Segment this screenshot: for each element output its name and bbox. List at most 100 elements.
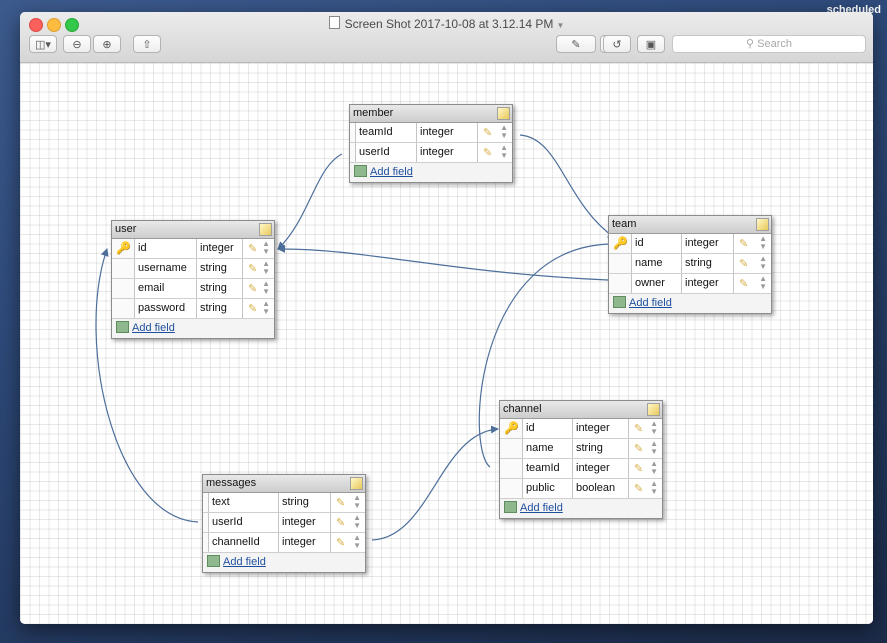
- pencil-icon[interactable]: ✎: [739, 235, 748, 253]
- window-title[interactable]: Screen Shot 2017-10-08 at 3.12.14 PM ▼: [20, 16, 873, 31]
- pencil-icon[interactable]: ✎: [739, 255, 748, 273]
- add-field-link[interactable]: Add field: [370, 166, 413, 178]
- field-row[interactable]: teamId integer ✎ ▲ ▼: [350, 123, 512, 143]
- field-type[interactable]: integer: [682, 234, 734, 253]
- reorder-arrows-icon[interactable]: ▲ ▼: [759, 275, 767, 291]
- reorder-arrows-icon[interactable]: ▲ ▼: [262, 260, 270, 276]
- field-type[interactable]: integer: [417, 143, 478, 162]
- table-member[interactable]: member teamId integer ✎ ▲ ▼ userId integer…: [349, 104, 513, 183]
- table-header[interactable]: user: [112, 221, 274, 239]
- field-row[interactable]: public boolean ✎ ▲ ▼: [500, 479, 662, 499]
- reorder-arrows-icon[interactable]: ▲ ▼: [759, 235, 767, 251]
- field-name[interactable]: name: [632, 254, 682, 273]
- table-header[interactable]: team: [609, 216, 771, 234]
- field-name[interactable]: text: [209, 493, 279, 512]
- field-type[interactable]: integer: [573, 459, 629, 478]
- reorder-arrows-icon[interactable]: ▲ ▼: [353, 494, 361, 510]
- table-channel[interactable]: channel 🔑 id integer ✎ ▲ ▼ name string ✎ ▲ ▼…: [499, 400, 663, 519]
- field-name[interactable]: teamId: [523, 459, 573, 478]
- pencil-icon[interactable]: ✎: [634, 420, 643, 438]
- reorder-arrows-icon[interactable]: ▲ ▼: [500, 124, 508, 140]
- pencil-icon[interactable]: ✎: [634, 460, 643, 478]
- field-name[interactable]: teamId: [356, 123, 417, 142]
- zoom-in-button[interactable]: ⊕: [93, 35, 121, 53]
- field-name[interactable]: username: [135, 259, 197, 278]
- field-name[interactable]: owner: [632, 274, 682, 293]
- reorder-arrows-icon[interactable]: ▲ ▼: [650, 460, 658, 476]
- reorder-arrows-icon[interactable]: ▲ ▼: [353, 534, 361, 550]
- field-row[interactable]: password string ✎ ▲ ▼: [112, 299, 274, 319]
- field-row[interactable]: teamId integer ✎ ▲ ▼: [500, 459, 662, 479]
- field-row[interactable]: channelId integer ✎ ▲ ▼: [203, 533, 365, 553]
- table-header[interactable]: channel: [500, 401, 662, 419]
- field-name[interactable]: channelId: [209, 533, 279, 552]
- field-row[interactable]: text string ✎ ▲ ▼: [203, 493, 365, 513]
- add-field-link[interactable]: Add field: [520, 502, 563, 514]
- pencil-icon[interactable]: ✎: [336, 494, 345, 512]
- field-type[interactable]: string: [197, 299, 243, 318]
- field-row[interactable]: email string ✎ ▲ ▼: [112, 279, 274, 299]
- field-name[interactable]: userId: [209, 513, 279, 532]
- field-type[interactable]: string: [197, 279, 243, 298]
- reorder-arrows-icon[interactable]: ▲ ▼: [262, 240, 270, 256]
- field-type[interactable]: string: [197, 259, 243, 278]
- add-field-link[interactable]: Add field: [223, 556, 266, 568]
- table-user[interactable]: user 🔑 id integer ✎ ▲ ▼ username string ✎ ▲…: [111, 220, 275, 339]
- pencil-icon[interactable]: ✎: [248, 280, 257, 298]
- field-name[interactable]: password: [135, 299, 197, 318]
- field-type[interactable]: string: [279, 493, 331, 512]
- field-name[interactable]: id: [523, 419, 573, 438]
- reorder-arrows-icon[interactable]: ▲ ▼: [650, 440, 658, 456]
- field-name[interactable]: id: [135, 239, 197, 258]
- reorder-arrows-icon[interactable]: ▲ ▼: [650, 480, 658, 496]
- field-row[interactable]: userId integer ✎ ▲ ▼: [350, 143, 512, 163]
- pencil-icon[interactable]: ✎: [336, 534, 345, 552]
- add-field-link[interactable]: Add field: [132, 322, 175, 334]
- field-type[interactable]: integer: [417, 123, 478, 142]
- search-input[interactable]: ⚲ Search: [672, 35, 866, 53]
- field-type[interactable]: integer: [682, 274, 734, 293]
- field-row[interactable]: 🔑 id integer ✎ ▲ ▼: [500, 419, 662, 439]
- reorder-arrows-icon[interactable]: ▲ ▼: [650, 420, 658, 436]
- field-type[interactable]: integer: [279, 513, 331, 532]
- field-type[interactable]: integer: [197, 239, 243, 258]
- field-row[interactable]: 🔑 id integer ✎ ▲ ▼: [609, 234, 771, 254]
- field-type[interactable]: string: [682, 254, 734, 273]
- share-button[interactable]: ⇧: [133, 35, 161, 53]
- edit-table-icon[interactable]: [259, 223, 272, 236]
- field-type[interactable]: string: [573, 439, 629, 458]
- pencil-icon[interactable]: ✎: [634, 480, 643, 498]
- edit-table-icon[interactable]: [756, 218, 769, 231]
- pencil-icon[interactable]: ✎: [634, 440, 643, 458]
- edit-table-icon[interactable]: [497, 107, 510, 120]
- reorder-arrows-icon[interactable]: ▲ ▼: [353, 514, 361, 530]
- field-row[interactable]: name string ✎ ▲ ▼: [609, 254, 771, 274]
- field-name[interactable]: name: [523, 439, 573, 458]
- table-messages[interactable]: messages text string ✎ ▲ ▼ userId integer …: [202, 474, 366, 573]
- pencil-icon[interactable]: ✎: [248, 300, 257, 318]
- field-type[interactable]: integer: [279, 533, 331, 552]
- field-row[interactable]: 🔑 id integer ✎ ▲ ▼: [112, 239, 274, 259]
- rotate-button[interactable]: ↺: [603, 35, 631, 53]
- reorder-arrows-icon[interactable]: ▲ ▼: [500, 144, 508, 160]
- field-name[interactable]: email: [135, 279, 197, 298]
- edit-table-icon[interactable]: [350, 477, 363, 490]
- table-header[interactable]: member: [350, 105, 512, 123]
- pencil-icon[interactable]: ✎: [483, 144, 492, 162]
- pencil-icon[interactable]: ✎: [483, 124, 492, 142]
- zoom-out-button[interactable]: ⊖: [63, 35, 91, 53]
- pencil-icon[interactable]: ✎: [248, 240, 257, 258]
- field-name[interactable]: userId: [356, 143, 417, 162]
- add-field-link[interactable]: Add field: [629, 297, 672, 309]
- field-row[interactable]: name string ✎ ▲ ▼: [500, 439, 662, 459]
- field-row[interactable]: owner integer ✎ ▲ ▼: [609, 274, 771, 294]
- reorder-arrows-icon[interactable]: ▲ ▼: [262, 300, 270, 316]
- field-row[interactable]: username string ✎ ▲ ▼: [112, 259, 274, 279]
- field-type[interactable]: integer: [573, 419, 629, 438]
- table-team[interactable]: team 🔑 id integer ✎ ▲ ▼ name string ✎ ▲ ▼ ow…: [608, 215, 772, 314]
- pencil-icon[interactable]: ✎: [248, 260, 257, 278]
- pencil-icon[interactable]: ✎: [336, 514, 345, 532]
- toolbox-button[interactable]: ▣: [637, 35, 665, 53]
- table-header[interactable]: messages: [203, 475, 365, 493]
- field-row[interactable]: userId integer ✎ ▲ ▼: [203, 513, 365, 533]
